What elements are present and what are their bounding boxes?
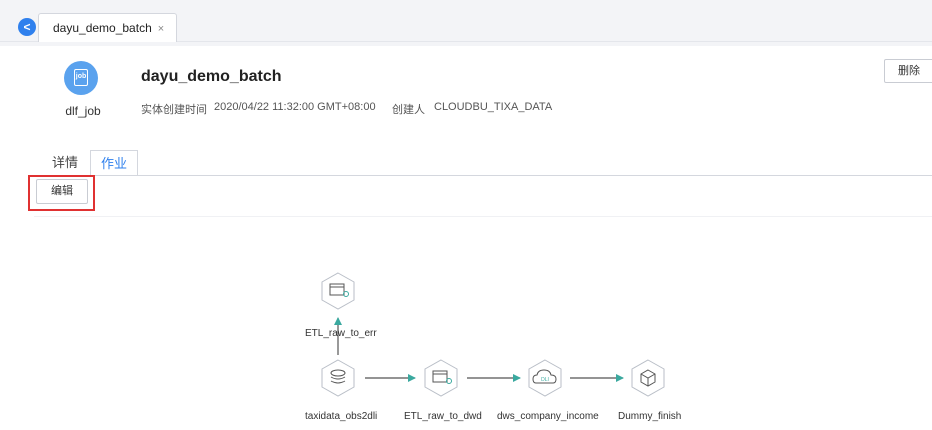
- dli-icon-text: DLI: [541, 377, 549, 383]
- flow-node-taxidata-obs2dli[interactable]: [321, 359, 355, 397]
- flow-node-dws-company-income[interactable]: DLI: [528, 359, 562, 397]
- node-label-etl-raw-to-dwd: ETL_raw_to_dwd: [404, 411, 482, 422]
- node-label-dummy-finish: Dummy_finish: [618, 411, 682, 422]
- job-flow-diagram: DLI: [321, 272, 665, 397]
- node-label-etl-raw-to-err: ETL_raw_to_err: [305, 328, 377, 339]
- flow-node-etl-raw-to-dwd[interactable]: [424, 359, 458, 397]
- flow-node-dummy-finish[interactable]: [631, 359, 665, 397]
- node-label-dws-company-income: dws_company_income: [497, 411, 599, 422]
- flow-node-etl-raw-to-err[interactable]: [321, 272, 355, 310]
- node-label-taxidata-obs2dli: taxidata_obs2dli: [305, 411, 378, 422]
